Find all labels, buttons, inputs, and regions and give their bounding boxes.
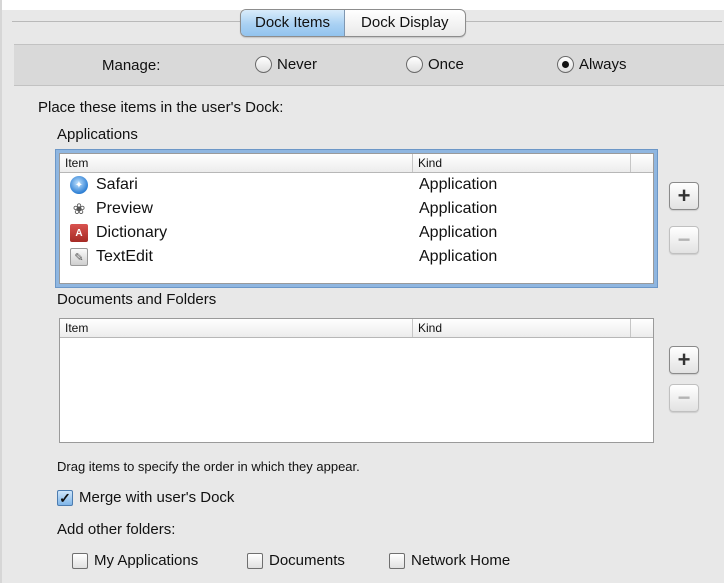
preview-icon: ❀ xyxy=(72,201,86,218)
merge-with-dock-checkbox[interactable]: ✓ Merge with user's Dock xyxy=(57,489,234,506)
radio-once-indicator[interactable] xyxy=(406,56,423,73)
column-header-kind[interactable]: Kind xyxy=(413,154,631,172)
merge-with-dock-label: Merge with user's Dock xyxy=(79,489,235,506)
table-row[interactable]: A Dictionary Application xyxy=(60,221,653,245)
column-header-item[interactable]: Item xyxy=(60,319,413,337)
applications-table[interactable]: Item Kind ✦ Safari Application ❀ Preview… xyxy=(59,153,654,284)
textedit-icon: ✎ xyxy=(70,248,88,266)
instruction-text: Place these items in the user's Dock: xyxy=(38,99,284,116)
my-applications-label: My Applications xyxy=(94,552,199,569)
applications-table-header: Item Kind xyxy=(60,154,653,173)
checkbox-indicator[interactable] xyxy=(247,552,263,569)
radio-never-label: Never xyxy=(277,56,318,73)
documents-table[interactable]: Item Kind xyxy=(59,318,654,443)
remove-application-button[interactable]: − xyxy=(669,226,699,254)
column-header-kind[interactable]: Kind xyxy=(413,319,631,337)
add-application-button[interactable]: + xyxy=(669,182,699,210)
drag-hint-text: Drag items to specify the order in which… xyxy=(57,459,360,474)
row-item-cell: ✦ Safari xyxy=(60,176,413,194)
documents-table-header: Item Kind xyxy=(60,319,653,338)
dock-preferences-panel: Dock Items Dock Display Manage: Never On… xyxy=(0,0,724,583)
remove-document-button[interactable]: − xyxy=(669,384,699,412)
network-home-checkbox[interactable]: Network Home xyxy=(389,552,510,569)
radio-once-label: Once xyxy=(428,56,464,73)
safari-icon: ✦ xyxy=(70,176,88,194)
dictionary-icon: A xyxy=(70,224,88,242)
manage-label: Manage: xyxy=(102,57,161,74)
row-item-cell: A Dictionary xyxy=(60,224,413,242)
radio-never[interactable]: Never xyxy=(255,56,317,73)
table-row[interactable]: ❀ Preview Application xyxy=(60,197,653,221)
radio-once[interactable]: Once xyxy=(406,56,464,73)
row-item-name: Safari xyxy=(96,176,138,193)
my-applications-checkbox[interactable]: My Applications xyxy=(72,552,198,569)
row-item-cell: ✎ TextEdit xyxy=(60,248,413,266)
tab-dock-display[interactable]: Dock Display xyxy=(345,10,465,36)
add-other-folders-label: Add other folders: xyxy=(57,521,176,538)
radio-always-label: Always xyxy=(579,56,627,73)
row-item-name: TextEdit xyxy=(96,248,153,265)
column-header-blank xyxy=(631,319,653,337)
tab-bar: Dock Items Dock Display xyxy=(240,9,466,37)
table-row[interactable]: ✦ Safari Application xyxy=(60,173,653,197)
documents-title: Documents and Folders xyxy=(57,291,217,308)
row-kind: Application xyxy=(419,248,498,265)
column-header-blank xyxy=(631,154,653,172)
documents-checkbox[interactable]: Documents xyxy=(247,552,345,569)
applications-title: Applications xyxy=(57,126,138,143)
documents-label: Documents xyxy=(269,552,345,569)
tab-dock-items[interactable]: Dock Items xyxy=(241,10,346,36)
manage-band: Manage: Never Once Always xyxy=(14,44,724,86)
checkbox-indicator[interactable] xyxy=(72,552,88,569)
column-header-item[interactable]: Item xyxy=(60,154,413,172)
row-item-cell: ❀ Preview xyxy=(60,200,413,218)
row-item-name: Preview xyxy=(96,200,153,217)
row-kind: Application xyxy=(419,176,498,193)
row-kind: Application xyxy=(419,200,498,217)
table-row[interactable]: ✎ TextEdit Application xyxy=(60,245,653,269)
row-kind: Application xyxy=(419,224,498,241)
radio-never-indicator[interactable] xyxy=(255,56,272,73)
checkmark-icon[interactable]: ✓ xyxy=(57,489,73,506)
checkbox-indicator[interactable] xyxy=(389,552,405,569)
row-item-name: Dictionary xyxy=(96,224,168,241)
radio-always-indicator[interactable] xyxy=(557,56,574,73)
add-document-button[interactable]: + xyxy=(669,346,699,374)
network-home-label: Network Home xyxy=(411,552,511,569)
radio-always[interactable]: Always xyxy=(557,56,627,73)
